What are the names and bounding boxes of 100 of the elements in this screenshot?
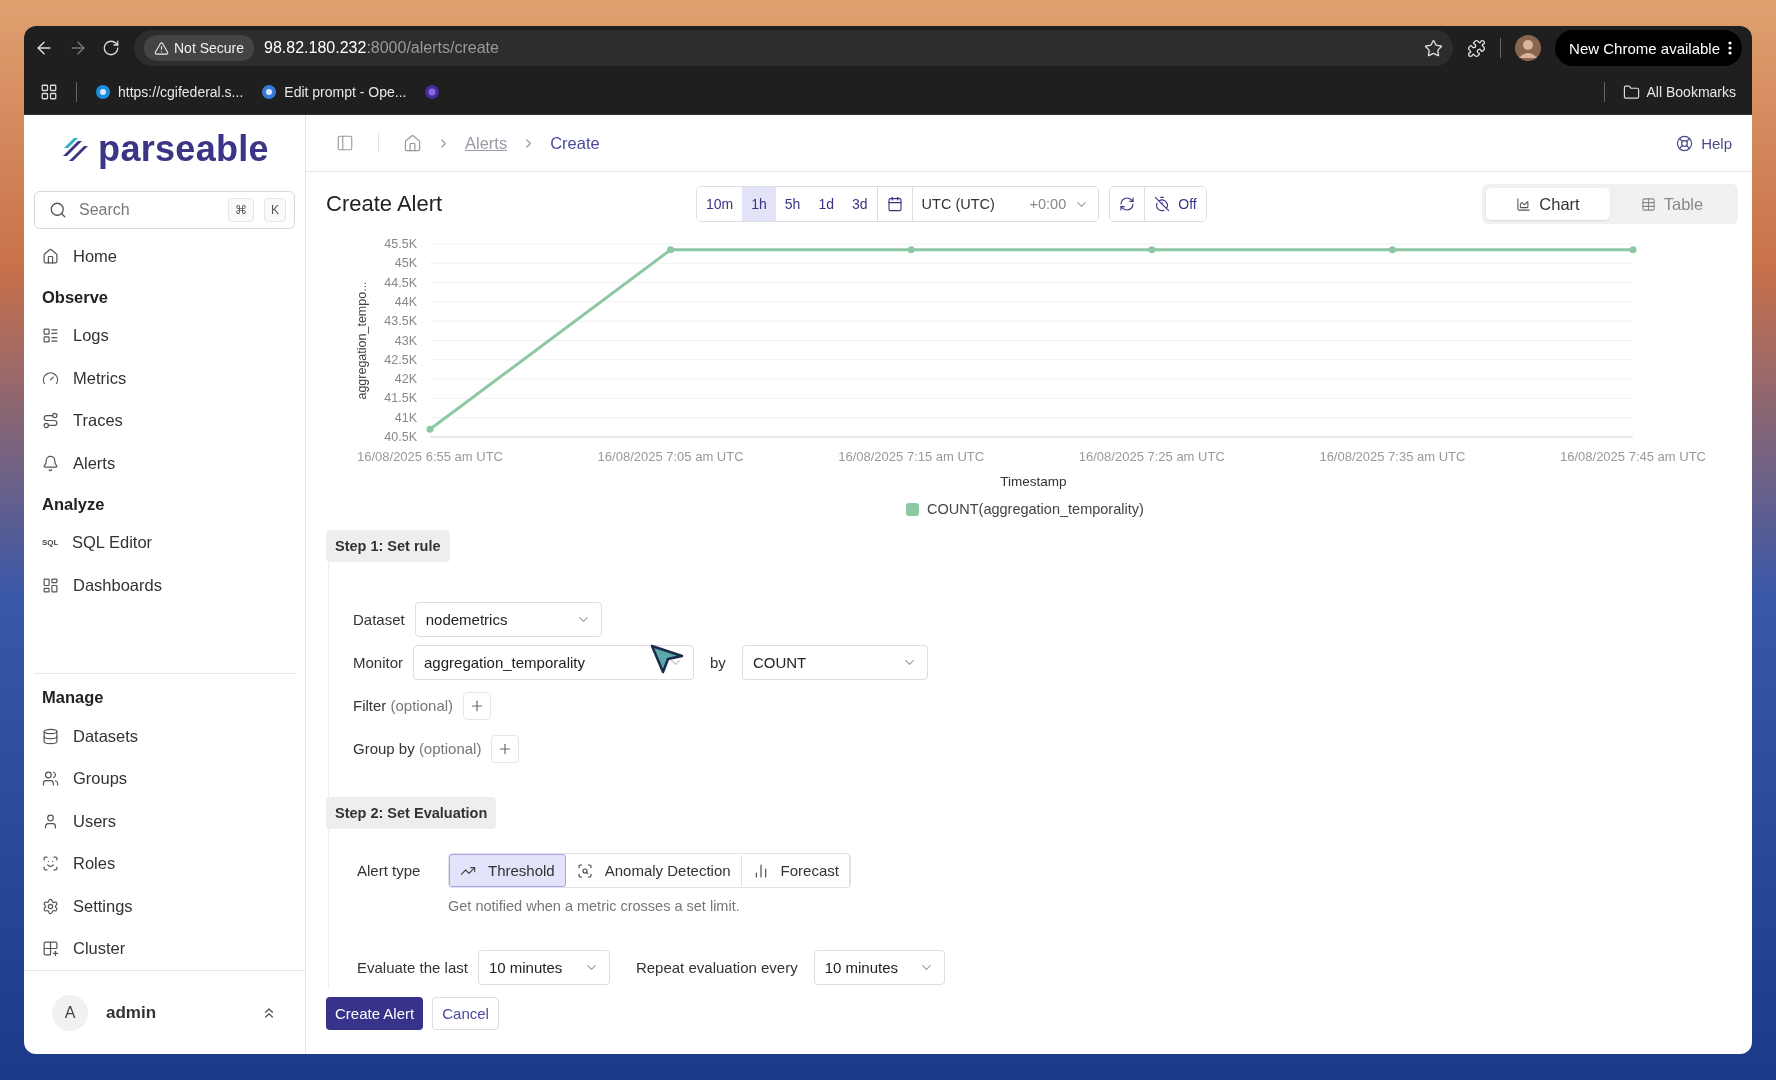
nav-item[interactable]: Cluster xyxy=(34,927,295,970)
axis-title: Timestamp xyxy=(1000,474,1067,489)
home-icon xyxy=(42,247,59,265)
nav-item[interactable]: Datasets xyxy=(34,715,295,758)
auto-refresh-button[interactable]: Off xyxy=(1144,187,1206,221)
help-link[interactable]: Help xyxy=(1676,134,1732,152)
grid-plus-icon xyxy=(42,940,59,958)
field-label: Filter (optional) xyxy=(353,697,454,714)
scan-face-icon xyxy=(42,855,59,873)
profile-avatar[interactable] xyxy=(1515,35,1542,61)
aggregate-select[interactable]: COUNT xyxy=(741,645,928,680)
data-point xyxy=(907,246,915,254)
field-label: Repeat evaluation every xyxy=(635,959,798,976)
security-chip[interactable]: Not Secure xyxy=(144,35,255,61)
breadcrumb[interactable]: Create xyxy=(550,133,600,153)
user-avatar: A xyxy=(52,994,88,1031)
field-label: Evaluate the last xyxy=(356,959,468,976)
nav-item[interactable]: SQL SQL Editor xyxy=(34,521,295,564)
search-field[interactable]: Search ⌘ K xyxy=(34,191,295,229)
axis-tick-label: 41.5K xyxy=(384,391,417,406)
axis-tick-label: 16/08/2025 7:15 am UTC xyxy=(838,449,985,464)
data-point xyxy=(426,425,434,433)
nav-item[interactable]: Settings xyxy=(34,885,295,928)
scan-icon xyxy=(576,862,593,879)
axis-tick-label: 16/08/2025 7:45 am UTC xyxy=(1560,449,1706,464)
data-point xyxy=(1629,246,1637,254)
add-group-button[interactable] xyxy=(491,734,520,763)
sidebar-toggle-icon[interactable] xyxy=(336,134,354,152)
update-button[interactable]: New Chrome available xyxy=(1555,30,1742,66)
puzzle-icon xyxy=(1467,38,1487,58)
nav-item[interactable]: Traces xyxy=(34,399,295,442)
site-icon xyxy=(95,84,111,100)
address-bar[interactable]: Not Secure 98.82.180.232:8000/alerts/create xyxy=(134,30,1454,66)
axis-tick-label: 40.5K xyxy=(384,430,417,444)
axis-tick-label: 16/08/2025 7:35 am UTC xyxy=(1319,449,1466,464)
axis-tick-label: 44K xyxy=(394,294,417,309)
users-icon xyxy=(42,770,59,788)
field-label: Alert type xyxy=(356,862,422,879)
axis-tick-label: 44.5K xyxy=(384,275,417,290)
axis-tick-label: 43.5K xyxy=(384,314,417,329)
key-hint: ⌘ xyxy=(228,198,254,222)
nav-item[interactable]: Alerts xyxy=(34,442,295,485)
key-hint: K xyxy=(264,198,286,222)
cursor-icon xyxy=(650,644,685,674)
alert-type-tab[interactable]: Threshold xyxy=(449,854,566,887)
home-icon[interactable] xyxy=(403,133,422,153)
field-label: Dataset xyxy=(353,611,405,628)
settings-icon xyxy=(42,897,59,915)
axis-tick-label: 41K xyxy=(394,410,417,425)
monitor-select[interactable]: aggregation_temporality xyxy=(413,645,695,680)
all-bookmarks[interactable]: All Bookmarks xyxy=(1622,83,1736,101)
create-alert-button[interactable]: Create Alert xyxy=(326,997,424,1030)
data-point xyxy=(1148,246,1156,254)
refresh-icon xyxy=(1119,196,1136,212)
step-heading: Step 2: Set Evaluation xyxy=(326,797,497,829)
step-heading: Step 1: Set rule xyxy=(326,530,450,562)
axis-title: aggregation_tempo... xyxy=(355,281,369,400)
axis-tick-label: 16/08/2025 7:25 am UTC xyxy=(1078,449,1225,464)
range-tab[interactable]: 1h xyxy=(742,187,776,221)
nav-item[interactable]: Users xyxy=(34,800,295,843)
nav-item[interactable]: Groups xyxy=(34,757,295,800)
repeat-select[interactable]: 10 minutes xyxy=(813,950,945,985)
data-point xyxy=(667,246,675,254)
section-heading: Analyze xyxy=(41,493,106,515)
section-heading: Manage xyxy=(41,687,105,708)
bookmark-icon[interactable] xyxy=(424,84,441,100)
nav-item[interactable]: Metrics xyxy=(34,357,295,400)
nav-item[interactable]: Roles xyxy=(34,842,295,885)
timer-off-icon xyxy=(1154,196,1171,212)
route-icon xyxy=(42,412,59,430)
nav-item[interactable]: Logs xyxy=(34,314,295,357)
nav-item[interactable]: Home xyxy=(34,235,295,278)
axis-tick-label: 42.5K xyxy=(384,352,417,367)
axis-tick-label: 16/08/2025 7:05 am UTC xyxy=(597,449,744,464)
bookmark[interactable]: https://cgifederal.s... xyxy=(95,84,244,100)
axis-tick-label: 43K xyxy=(394,333,417,348)
reload-icon xyxy=(102,39,120,57)
bookmark[interactable]: Edit prompt - Ope... xyxy=(261,84,407,100)
logo-text: parseable xyxy=(98,128,269,170)
cancel-button[interactable]: Cancel xyxy=(432,997,499,1030)
axis-tick-label: 45K xyxy=(394,256,417,271)
table-icon xyxy=(1640,196,1656,212)
dataset-select[interactable]: nodemetrics xyxy=(414,602,602,637)
area-chart-icon xyxy=(1516,196,1532,212)
view-tab[interactable]: Chart xyxy=(1486,188,1610,220)
field-label: Group by (optional) xyxy=(353,740,482,757)
alert-type-description: Get notified when a metric crosses a set limit. xyxy=(448,898,741,914)
add-filter-button[interactable] xyxy=(463,691,492,720)
sql-label: SQL xyxy=(42,538,58,548)
page-title: Create Alert xyxy=(326,191,444,217)
lifebuoy-icon xyxy=(1676,134,1694,152)
calendar-icon xyxy=(886,196,903,212)
evaluate-select[interactable]: 10 minutes xyxy=(477,950,610,985)
nav-item[interactable]: Dashboards xyxy=(34,564,295,607)
database-icon xyxy=(42,727,59,745)
user-name: admin xyxy=(106,1002,158,1023)
axis-tick-label: 45.5K xyxy=(384,237,417,251)
field-label: Monitor xyxy=(353,654,404,671)
timezone-select[interactable]: UTC (UTC) +0:00 xyxy=(911,187,1099,221)
search-input[interactable]: Search xyxy=(77,200,218,220)
